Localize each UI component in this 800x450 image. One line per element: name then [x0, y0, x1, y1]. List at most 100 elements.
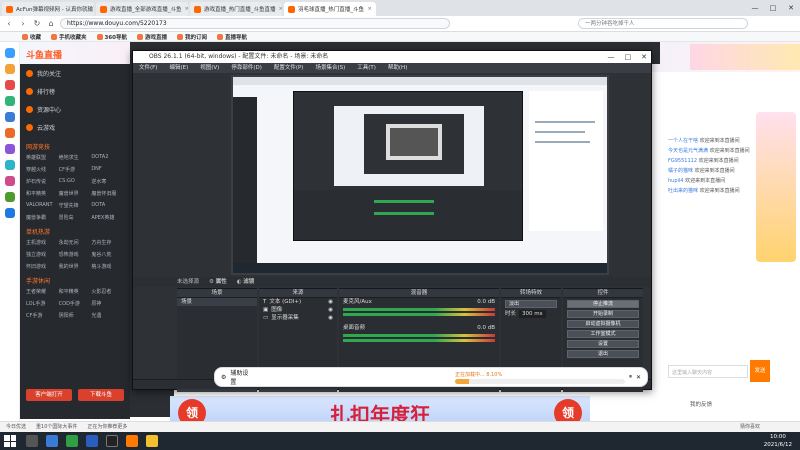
category-link[interactable]: DOTA [91, 202, 124, 209]
browser-search-input[interactable]: 一两分钟吞吃掉千人 [578, 18, 748, 29]
category-link[interactable]: 穿越火线 [26, 166, 59, 173]
menu-item-rank[interactable]: 排行榜 [20, 82, 130, 100]
site-logo[interactable]: 斗鱼直播 [26, 48, 62, 61]
chat-username[interactable]: FG9551112 [668, 158, 697, 164]
exit-button[interactable]: 退出 [567, 350, 639, 358]
category-link[interactable]: CF手游 [59, 166, 92, 173]
category-link[interactable]: 原神 [91, 300, 124, 307]
chat-username[interactable]: 今天也是元气满满 [668, 148, 708, 154]
sidebar-app-icon[interactable] [4, 192, 15, 202]
source-item[interactable]: ▭ 显示器采集 ◉ [259, 314, 337, 322]
sidebar-app-icon[interactable] [4, 112, 15, 122]
maximize-button[interactable]: □ [764, 0, 782, 16]
category-link[interactable]: 魔兽世界 [59, 190, 92, 197]
category-link[interactable]: 阴阳师 [59, 312, 92, 319]
refresh-icon[interactable]: ↻ [32, 19, 42, 28]
studio-mode-button[interactable]: 工作室模式 [567, 330, 639, 338]
chat-event-poster[interactable] [756, 112, 796, 262]
douyu-app-icon[interactable] [126, 435, 138, 447]
menu-item-cloud-game[interactable]: 云游戏 [20, 118, 130, 136]
sidebar-app-icon[interactable] [4, 208, 15, 218]
category-link[interactable]: COD手游 [59, 300, 92, 307]
category-link[interactable]: 冒险岛 [59, 214, 92, 221]
visibility-eye-icon[interactable]: ◉ [328, 306, 333, 314]
category-link[interactable]: 鬼谷八荒 [91, 251, 124, 258]
visibility-eye-icon[interactable]: ◉ [328, 298, 333, 306]
category-link[interactable]: APEX英雄 [91, 214, 124, 221]
source-item[interactable]: T 文本 (GDI+) ◉ [259, 298, 337, 306]
url-input[interactable]: https://www.douyu.com/5220173 [60, 18, 450, 29]
filters-button[interactable]: ◐ 滤镜 [237, 277, 255, 287]
close-button[interactable]: ✕ [641, 51, 647, 63]
chat-username[interactable]: hupil4 [668, 178, 683, 184]
virtual-camera-button[interactable]: 启动虚拟摄像机 [567, 320, 639, 328]
sidebar-app-icon[interactable] [4, 144, 15, 154]
forward-icon[interactable]: › [18, 19, 28, 28]
settings-button[interactable]: 设置 [567, 340, 639, 348]
category-link[interactable]: 永劫无间 [59, 239, 92, 246]
source-item[interactable]: ▣ 图像 ◉ [259, 306, 337, 314]
browser-app-icon[interactable] [66, 435, 78, 447]
send-button[interactable]: 发送 [750, 360, 770, 382]
category-link[interactable]: 和平精英 [26, 190, 59, 197]
sidebar-app-icon[interactable] [4, 64, 15, 74]
status-item[interactable]: 正在为你推荐更多 [87, 422, 127, 432]
back-icon[interactable]: ‹ [4, 19, 14, 28]
browser-tab-active[interactable]: 羽毛球直播_热门直播_斗鱼 × [284, 2, 376, 16]
chat-username[interactable]: 橘子的猫咪 [668, 168, 693, 174]
category-link[interactable]: 光遇 [91, 312, 124, 319]
category-link[interactable]: 王者荣耀 [26, 288, 59, 295]
duration-input[interactable]: 300 ms [519, 310, 546, 318]
properties-button[interactable]: ⚙ 属性 [209, 277, 227, 287]
category-link[interactable]: 独立游戏 [26, 251, 59, 258]
category-link[interactable]: 和平精英 [59, 288, 92, 295]
menu-item-resources[interactable]: 资源中心 [20, 100, 130, 118]
category-link[interactable]: LOL手游 [26, 300, 59, 307]
sidebar-app-icon[interactable] [4, 96, 15, 106]
bookmark-item[interactable]: 游戏直播 [137, 33, 167, 41]
start-recording-button[interactable]: 开始录制 [567, 310, 639, 318]
file-explorer-icon[interactable] [86, 435, 98, 447]
browser-tab[interactable]: AcFun弹幕视频网 - 认真你就输了× [2, 2, 94, 16]
category-link[interactable]: CF手游 [26, 312, 59, 319]
menu-view[interactable]: 视图(V) [200, 63, 219, 73]
category-link[interactable]: 英雄联盟 [26, 154, 59, 161]
chat-username[interactable]: 吐出来的猫咪 [668, 188, 698, 194]
volume-slider[interactable] [343, 339, 495, 342]
minimize-button[interactable]: — [608, 51, 615, 63]
category-link[interactable]: 炉石传说 [26, 178, 59, 185]
category-link[interactable]: 魔兽争霸 [26, 214, 59, 221]
close-icon[interactable]: × [367, 6, 372, 12]
menu-edit[interactable]: 编辑(E) [169, 63, 188, 73]
category-link[interactable]: 怀旧游戏 [26, 263, 59, 270]
category-link[interactable]: CS:GO [59, 178, 92, 185]
stop-streaming-button[interactable]: 停止推流 [567, 300, 639, 308]
category-link[interactable]: DNF [91, 166, 124, 173]
minimize-button[interactable]: — [746, 0, 764, 16]
download-button[interactable]: 下载斗鱼 [78, 389, 124, 401]
browser-tab[interactable]: 游戏直播_热门直播_斗鱼直播 × [190, 2, 282, 16]
status-item[interactable]: 今日优选 [6, 422, 26, 432]
sidebar-app-icon[interactable] [4, 176, 15, 186]
browser-tab[interactable]: 游戏直播_全部游戏直播_斗鱼 × [96, 2, 188, 16]
category-link[interactable]: 守望先锋 [59, 202, 92, 209]
bookmark-item[interactable]: 手机收藏夹 [51, 33, 87, 41]
sidebar-app-icon[interactable] [4, 128, 15, 138]
open-client-button[interactable]: 客户端打开 [26, 389, 72, 401]
category-link[interactable]: 绝地求生 [59, 154, 92, 161]
category-link[interactable]: 逆水寒 [91, 178, 124, 185]
menu-help[interactable]: 帮助(H) [388, 63, 407, 73]
transition-select[interactable]: 淡出 [505, 300, 557, 308]
bookmark-item[interactable]: 360导航 [96, 33, 127, 41]
search-icon[interactable] [26, 435, 38, 447]
system-clock[interactable]: 10:00 2021/6/12 [764, 433, 792, 449]
menu-file[interactable]: 文件(F) [139, 63, 157, 73]
category-link[interactable]: 火影忍者 [91, 288, 124, 295]
assist-settings-button[interactable]: 辅助设置 [230, 368, 253, 386]
category-link[interactable]: 格斗游戏 [91, 263, 124, 270]
category-link[interactable]: 恐怖游戏 [59, 251, 92, 258]
chat-input[interactable]: 这里输入聊天内容 [668, 365, 748, 378]
close-button[interactable]: ✕ [782, 0, 800, 16]
pause-icon[interactable]: ⏸ [629, 373, 632, 381]
home-icon[interactable]: ⌂ [46, 19, 56, 28]
